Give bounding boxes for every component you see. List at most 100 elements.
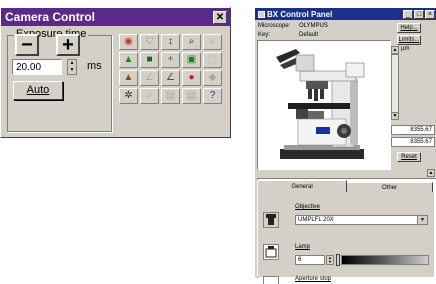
lamp-glyph-icon [265,246,277,258]
tool-button-zoom[interactable]: ⌕ [182,34,201,50]
auto-level-icon: ▲ [123,54,134,65]
aperture-stop-label-text: Aperture stop [295,276,332,282]
tool-button-color-wheel[interactable]: ◉ [119,34,138,50]
tool-button-frame[interactable]: ▣ [182,52,201,68]
help-button[interactable]: Help... [397,23,421,33]
dim-tool-icon: ▤ [165,90,176,101]
objective-label: Objective [295,204,320,210]
z-position-value: 8355.67 [391,125,435,135]
app-icon [258,10,265,18]
tool-button-help[interactable]: ? [203,88,222,104]
limits-button[interactable]: Limits... [397,35,421,45]
objective-icon [263,212,279,228]
image-icon: ■ [146,54,153,65]
lamp-spinner[interactable]: ▲ ▼ [326,255,334,265]
color-wheel-icon: ◉ [124,36,133,47]
objective-glyph-icon [266,214,276,225]
tool-button-landscape[interactable]: ▲ [119,70,138,86]
lamp-slider-thumb[interactable] [336,254,340,266]
color-balance-icon: ● [188,72,195,83]
z-target-value[interactable]: 8355.67 [391,137,435,147]
close-button[interactable]: × [425,9,435,19]
microscope-icon [276,49,365,159]
key-value: Default [299,32,319,38]
bx-title-group: BX Control Panel [258,10,332,19]
tool-button-image[interactable]: ■ [140,52,159,68]
tool-button-gear[interactable]: ✲ [119,88,138,104]
close-button[interactable]: ✕ [213,10,227,24]
window-controls: _ □ × [403,9,435,19]
gear-icon: ✲ [124,90,133,101]
decrease-exposure-button[interactable]: − [15,34,39,56]
dim-tool-icon: ▤ [186,90,197,101]
histogram-icon: ↕ [168,36,173,47]
increase-exposure-button[interactable]: + [56,34,80,56]
auto-exposure-button[interactable]: Auto [13,81,63,100]
toolbar-grid: ◉ ♡ ↕ ⌕ ⌕ ▲ ■ + ▣ ⬚ ▲ ∠ ∠ ● ◆ ✲ ⌕ ▤ ▤? [119,34,224,106]
tool-button-dim-tool[interactable]: ⬚ [203,52,222,68]
limits-button-label: Limits... [398,37,420,43]
dim-tool-icon: ∠ [145,72,154,83]
lasso-icon: ♡ [145,36,154,47]
exposure-unit: ms [87,60,102,72]
zoom-icon: ⌕ [188,36,195,47]
tool-button-dim-tool[interactable]: ∠ [140,70,159,86]
tab-general[interactable]: General [257,180,347,192]
reset-button[interactable]: Reset [397,152,421,162]
tool-button-color-balance[interactable]: ● [182,70,201,86]
objective-label-text: Objective [295,204,321,210]
crosshair-icon: + [167,54,174,65]
dim-tool-icon: ⌕ [209,36,216,47]
exposure-spinner[interactable]: ▲ ▼ [67,59,77,75]
tool-button-dim-tool[interactable]: ◆ [203,70,222,86]
tab-other[interactable]: Other [347,182,433,192]
chevron-down-icon[interactable]: ▼ [417,216,427,224]
z-unit-label: µm [401,46,410,52]
bx-control-panel-window: BX Control Panel _ □ × Microscope: OLYMP… [254,7,436,284]
bx-titlebar[interactable]: BX Control Panel _ □ × [255,8,436,20]
dim-tool-icon: ⬚ [207,54,218,65]
window-title: BX Control Panel [267,9,333,19]
lamp-label: Lamp [295,244,310,250]
camera-control-titlebar[interactable]: Camera Control ✕ [1,8,230,26]
auto-label: Auto [26,84,50,96]
minimize-button[interactable]: _ [403,9,413,19]
curve-icon: ∠ [166,72,175,83]
lamp-intensity-slider[interactable] [341,255,429,265]
settings-tabs: General Other [257,180,433,192]
dim-tool-icon: ⌕ [146,90,153,101]
aperture-stop-label: Aperture stop [295,276,331,282]
objective-select[interactable]: UMPLFL 20X ▼ [295,215,428,225]
camera-control-window: Camera Control ✕ Exposure time − + 20.00… [0,7,231,138]
tool-button-dim-tool[interactable]: ⌕ [140,88,159,104]
reset-button-label: Reset [401,154,417,160]
help-button-label: Help... [400,25,418,31]
microscope-image-panel[interactable] [257,40,391,170]
tool-button-dim-tool[interactable]: ▤ [161,88,180,104]
panel-scroll-up-arrow[interactable]: ▲ [427,169,435,177]
tool-button-dim-tool[interactable]: ▤ [182,88,201,104]
lamp-icon [263,244,279,260]
key-label: Key: [258,32,271,38]
tool-button-dim-tool[interactable]: ⌕ [203,34,222,50]
tool-button-lasso[interactable]: ♡ [140,34,159,50]
maximize-button[interactable]: □ [414,9,424,19]
tool-button-auto-level[interactable]: ▲ [119,52,138,68]
z-focus-slider[interactable] [391,54,399,120]
landscape-icon: ▲ [123,72,134,83]
objective-value: UMPLFL 20X [298,217,334,223]
microscope-label: Microscope: [258,23,291,29]
frame-icon: ▣ [186,54,197,65]
tool-button-histogram[interactable]: ↕ [161,34,180,50]
tool-button-curve[interactable]: ∠ [161,70,180,86]
help-icon: ? [209,90,216,101]
z-down-arrow[interactable]: ▼ [391,112,399,120]
aperture-icon [263,276,279,284]
tool-button-crosshair[interactable]: + [161,52,180,68]
lamp-input[interactable]: 6 [295,255,325,265]
microscope-value: OLYMPUS [299,23,328,29]
lamp-label-text: Lamp [295,244,311,250]
exposure-input[interactable]: 20.00 [12,59,62,75]
z-up-arrow[interactable]: ▲ [391,46,399,54]
window-title: Camera Control [5,10,96,24]
